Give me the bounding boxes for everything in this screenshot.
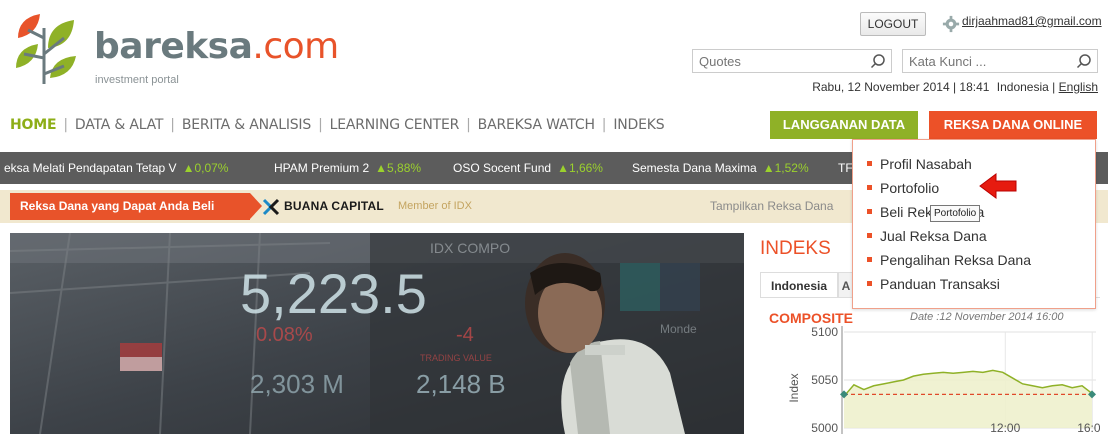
bullet-icon: [867, 280, 872, 286]
nav-separator: |: [466, 117, 471, 133]
nav-data-alat[interactable]: DATA & ALAT: [75, 117, 164, 133]
board-caption: IDX COMPO: [430, 240, 510, 256]
logout-button[interactable]: LOGOUT: [860, 12, 926, 36]
composite-label: COMPOSITE: [769, 310, 854, 326]
nav-indeks[interactable]: INDEKS: [613, 117, 664, 133]
nav-learning-center[interactable]: LEARNING CENTER: [330, 117, 460, 133]
langganan-data-button[interactable]: LANGGANAN DATA: [770, 111, 918, 139]
logo-tagline: investment portal: [95, 74, 179, 86]
nav-home[interactable]: HOME: [10, 117, 57, 133]
ticker-item[interactable]: HPAM Premium 2 ▲5,88%: [274, 161, 421, 175]
chart-x-tick-label: 12:00: [990, 421, 1020, 434]
board-volume: 2,303 M: [250, 369, 344, 399]
gear-icon[interactable]: [942, 15, 960, 33]
chart-x-tick-label: 16:00: [1077, 421, 1100, 434]
date-language-bar: Rabu, 12 November 2014 | 18:41 Indonesia…: [812, 80, 1098, 94]
lang-indonesia[interactable]: Indonesia: [997, 80, 1049, 94]
chart-y-tick-label: 5100: [811, 326, 838, 339]
bullet-icon: [867, 256, 872, 262]
nav-bareksa-watch[interactable]: BAREKSA WATCH: [478, 117, 595, 133]
indeks-title: INDEKS: [760, 238, 831, 259]
reksa-dana-online-button[interactable]: REKSA DANA ONLINE: [929, 111, 1097, 139]
ticker-item[interactable]: Semesta Dana Maxima ▲1,52%: [632, 161, 809, 175]
nav-separator: |: [170, 117, 175, 133]
keyword-search: [902, 49, 1098, 73]
hero-news-photo[interactable]: 5,223.5 IDX COMPO 0.08% -4 2,303 M 2,148…: [10, 233, 744, 434]
lang-english[interactable]: English: [1059, 80, 1098, 94]
bullet-icon: [867, 232, 872, 238]
board-index-number: 5,223.5: [240, 262, 427, 325]
ticker-item[interactable]: TF: [838, 161, 853, 175]
buana-capital-logo-icon: [262, 198, 280, 216]
bullet-icon: [867, 160, 872, 166]
board-value: 2,148 B: [416, 369, 506, 399]
tab-indonesia[interactable]: Indonesia: [760, 272, 838, 298]
board-value-label: TRADING VALUE: [420, 353, 492, 363]
menu-item-jual-reksa-dana[interactable]: Jual Reksa Dana: [867, 228, 987, 244]
sponsor-tag[interactable]: Reksa Dana yang Dapat Anda Beli: [10, 193, 262, 220]
user-email-link[interactable]: dirjaahmad81@gmail.com: [962, 14, 1102, 28]
site-logo[interactable]: bareksa.com investment portal: [8, 8, 339, 88]
menu-item-pengalihan-reksa-dana[interactable]: Pengalihan Reksa Dana: [867, 252, 1031, 268]
composite-date: Date :12 November 2014 16:00: [910, 311, 1064, 323]
nav-separator: |: [601, 117, 607, 133]
lang-separator: |: [1052, 80, 1056, 94]
main-nav: HOME | DATA & ALAT | BERITA & ANALISIS | LEARN…: [10, 117, 665, 133]
tooltip: Portofolio: [930, 205, 981, 222]
chart-y-tick-label: 5000: [811, 421, 838, 434]
quotes-search: [692, 49, 892, 73]
partner-member-note: Member of IDX: [398, 200, 472, 212]
show-funds-link[interactable]: Tampilkan Reksa Dana: [710, 199, 833, 213]
red-arrow-icon: [979, 173, 1017, 199]
partner-name[interactable]: BUANA CAPITAL: [284, 199, 384, 213]
bullet-icon: [867, 208, 872, 214]
quotes-input[interactable]: [693, 50, 863, 72]
nav-separator: |: [318, 117, 323, 133]
ticker-item[interactable]: eksa Melati Pendapatan Tetap V ▲0,07%: [4, 161, 228, 175]
current-date: Rabu, 12 November 2014 | 18:41: [812, 80, 990, 94]
menu-item-panduan-transaksi[interactable]: Panduan Transaksi: [867, 276, 1000, 292]
logo-wordmark: bareksa.com: [94, 26, 339, 67]
chart-ylabel: Index: [787, 373, 801, 402]
nav-separator: |: [63, 117, 68, 133]
reksa-dana-online-menu: Profil Nasabah Portofolio Beli Reksa Dan…: [852, 139, 1096, 309]
composite-chart: Index 5100 5050 5000 12:00 16:00: [787, 326, 1100, 434]
board-negative: -4: [456, 324, 474, 346]
board-percent: 0.08%: [256, 324, 313, 346]
keyword-input[interactable]: [903, 50, 1069, 72]
search-icon[interactable]: [870, 53, 886, 69]
logo-leaf-icon: [16, 14, 76, 84]
menu-item-profil-nasabah[interactable]: Profil Nasabah: [867, 156, 972, 172]
chart-y-tick-label: 5050: [811, 373, 838, 387]
nav-berita-analisis[interactable]: BERITA & ANALISIS: [182, 117, 311, 133]
search-icon[interactable]: [1076, 53, 1092, 69]
board-side-text: Monde: [660, 322, 697, 336]
bullet-icon: [867, 184, 872, 190]
menu-item-portofolio[interactable]: Portofolio: [867, 180, 939, 196]
ticker-item[interactable]: OSO Socent Fund ▲1,66%: [453, 161, 603, 175]
